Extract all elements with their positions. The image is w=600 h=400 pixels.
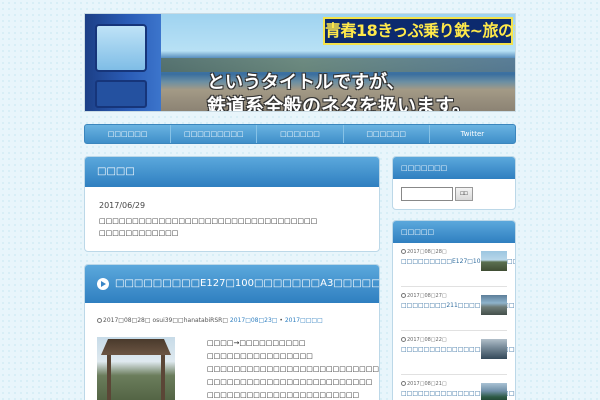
search-widget: □□□□□□□ □□ (392, 156, 516, 210)
recent-post-item[interactable]: 2017□08□28□ □□□□□□□□□E127□100□□□□□□□A3□□… (401, 249, 515, 287)
article-tag-link[interactable]: 2017□□□□ (285, 317, 323, 324)
clock-icon (401, 381, 406, 386)
notice-post-date: 2017/06/29 (99, 201, 146, 210)
recent-post-item[interactable]: 2017□08□27□ □□□□□□□□211□□□□□□□□□□□□□□□→□… (401, 293, 515, 331)
clock-icon (401, 293, 406, 298)
search-widget-title: □□□□□□□ (393, 157, 515, 179)
recent-post-title[interactable]: □□□□□□□□□□□□□□□□□□□□□□169□□123□□□□□□□□□ (401, 389, 515, 398)
article-meta: 2017□08□28□ osui39□□hanatabiRSR□ 2017□08… (97, 317, 379, 324)
nav-item-1[interactable]: □□□□□□ (85, 125, 172, 143)
recent-post-thumbnail[interactable] (481, 383, 507, 400)
header-banner[interactable]: 青春18きっぷ乗り鉄~旅の記~ というタイトルですが、 鉄道系全般のネタを扱いま… (84, 13, 516, 112)
recent-post-title[interactable]: □□□□□□□□□□□□□□□□□□□□□□□□□□□□ (401, 345, 515, 354)
site-title-sign: 青春18きっぷ乗り鉄~旅の記~ (323, 17, 515, 45)
article-post: □□□□□□□□□E127□100□□□□□□□A3□□□□□□□□→□□□□□… (84, 264, 380, 400)
search-input[interactable] (401, 187, 453, 201)
recent-post-title[interactable]: □□□□□□□□□E127□100□□□□□□□A3□□□□□□□□→□□□□□ (401, 257, 515, 266)
train-window (95, 24, 147, 72)
search-button[interactable]: □□ (455, 187, 473, 201)
nav-item-3[interactable]: □□□□□□ (257, 125, 344, 143)
main-nav: □□□□□□ □□□□□□□□□ □□□□□□ □□□□□□ Twitter (84, 124, 516, 144)
article-post-header[interactable]: □□□□□□□□□E127□100□□□□□□□A3□□□□□□□□→□□□□□ (85, 265, 379, 303)
nav-item-2[interactable]: □□□□□□□□□ (171, 125, 258, 143)
article-category-link[interactable]: 2017□08□23□ (230, 317, 278, 324)
recent-post-title[interactable]: □□□□□□□□211□□□□□□□□□□□□□□□→□□□□□□□18□□□□… (401, 301, 515, 310)
notice-post-body: □□□□□□□□□□□□□□□□□□□□□□□□□□□□□□□□□ □□□□□□… (99, 215, 379, 239)
article-post-title[interactable]: □□□□□□□□□E127□100□□□□□□□A3□□□□□□□□→□□□□□ (115, 278, 379, 289)
article-date: 2017□08□28□ (103, 317, 151, 324)
train-door (95, 80, 147, 108)
train-image (85, 14, 161, 111)
nav-item-twitter[interactable]: Twitter (430, 125, 515, 143)
recent-post-thumbnail[interactable] (481, 339, 507, 359)
recent-post-thumbnail[interactable] (481, 295, 507, 315)
recent-post-item[interactable]: 2017□08□21□ □□□□□□□□□□□□□□□□□□□□□□169□□1… (401, 381, 515, 400)
article-author[interactable]: osui39□□hanatabiRSR□ (152, 317, 228, 324)
article-excerpt: □□□□→□□□□□□□□□□ □□□□□□□□□□□□□□□□ □□□□□□□… (207, 339, 380, 399)
recent-post-thumbnail[interactable] (481, 251, 507, 271)
recent-post-item[interactable]: 2017□08□22□ □□□□□□□□□□□□□□□□□□□□□□□□□□□□ (401, 337, 515, 375)
nav-item-4[interactable]: □□□□□□ (344, 125, 430, 143)
play-icon (97, 278, 109, 290)
notice-body-line-1: □□□□□□□□□□□□□□□□□□□□□□□□□□□□□□□□□ (99, 217, 318, 225)
clock-icon (97, 318, 102, 323)
clock-icon (401, 337, 406, 342)
recent-posts-widget: □□□□□ 2017□08□28□ □□□□□□□□□E127□100□□□□□… (392, 220, 516, 400)
clock-icon (401, 249, 406, 254)
notice-post-title[interactable]: □□□□ (85, 157, 379, 187)
recent-posts-title: □□□□□ (393, 221, 515, 243)
article-thumbnail[interactable] (97, 337, 175, 400)
shelter-pillar (161, 355, 165, 400)
shelter-roof (101, 339, 171, 355)
notice-post: □□□□ 2017/06/29 □□□□□□□□□□□□□□□□□□□□□□□□… (84, 156, 380, 252)
tagline-line-2: 鉄道系全般のネタを扱います。 (207, 95, 472, 112)
shelter-pillar (107, 355, 111, 400)
search-form: □□ (401, 187, 515, 201)
notice-body-line-2: □□□□□□□□□□□□ (99, 229, 179, 237)
